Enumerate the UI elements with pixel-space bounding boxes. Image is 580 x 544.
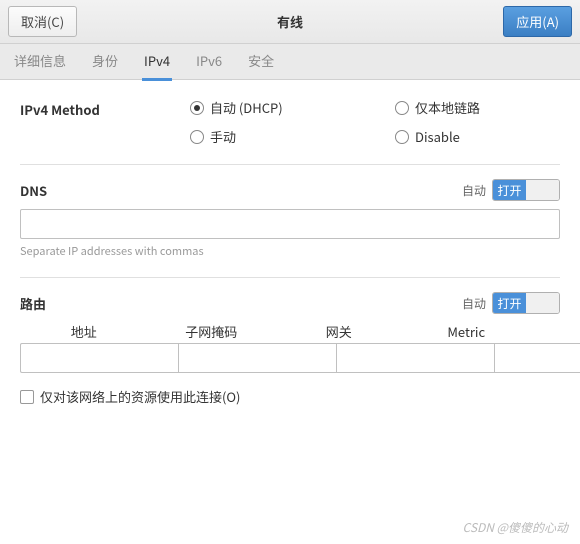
routes-auto-toggle[interactable]: 打开 (492, 292, 560, 314)
routes-section-head: 路由 自动 打开 (20, 292, 560, 314)
routes-auto-label: 自动 (462, 295, 486, 312)
col-action (530, 322, 560, 341)
toggle-on-label: 打开 (493, 180, 526, 200)
tab-ipv6[interactable]: IPv6 (194, 42, 224, 81)
col-metric: Metric (403, 322, 531, 341)
toggle-on-label: 打开 (493, 293, 526, 313)
divider (20, 164, 560, 165)
radio-label: 手动 (210, 127, 236, 146)
routes-column-headers: 地址 子网掩码 网关 Metric (20, 322, 560, 341)
dns-auto-toggle[interactable]: 打开 (492, 179, 560, 201)
routes-label: 路由 (20, 294, 46, 313)
toggle-handle (526, 180, 559, 200)
dns-hint: Separate IP addresses with commas (20, 243, 560, 259)
dns-label: DNS (20, 181, 47, 200)
radio-icon (395, 101, 409, 115)
tab-security[interactable]: 安全 (246, 42, 276, 81)
tab-identity[interactable]: 身份 (90, 42, 120, 81)
ipv4-method-label: IPv4 Method (20, 98, 190, 119)
radio-label: 仅本地链路 (415, 98, 480, 117)
checkbox-icon (20, 390, 34, 404)
radio-manual[interactable]: 手动 (190, 127, 355, 146)
col-netmask: 子网掩码 (148, 322, 276, 341)
divider (20, 277, 560, 278)
routes-auto-toggle-wrap: 自动 打开 (462, 292, 560, 314)
ipv4-method-options: 自动 (DHCP) 仅本地链路 手动 Disable (190, 98, 560, 146)
radio-label: 自动 (DHCP) (210, 98, 283, 117)
watermark: CSDN @傻傻的心动 (463, 519, 568, 536)
col-gateway: 网关 (275, 322, 403, 341)
apply-button[interactable]: 应用(A) (503, 6, 572, 37)
dialog-title: 有线 (0, 12, 580, 31)
tab-bar: 详细信息 身份 IPv4 IPv6 安全 (0, 44, 580, 80)
radio-icon (190, 130, 204, 144)
dns-auto-toggle-wrap: 自动 打开 (462, 179, 560, 201)
radio-icon (395, 130, 409, 144)
dns-input[interactable] (20, 209, 560, 239)
col-address: 地址 (20, 322, 148, 341)
content-area: IPv4 Method 自动 (DHCP) 仅本地链路 手动 Disable D… (0, 80, 580, 424)
route-metric-input[interactable] (494, 343, 580, 373)
radio-label: Disable (415, 127, 460, 146)
route-netmask-input[interactable] (178, 343, 336, 373)
dns-section-head: DNS 自动 打开 (20, 179, 560, 201)
radio-disable[interactable]: Disable (395, 127, 560, 146)
toggle-handle (526, 293, 559, 313)
only-resources-label: 仅对该网络上的资源使用此连接(O) (40, 387, 240, 406)
only-resources-checkbox[interactable]: 仅对该网络上的资源使用此连接(O) (20, 387, 560, 406)
dns-auto-label: 自动 (462, 182, 486, 199)
radio-icon (190, 101, 204, 115)
radio-dhcp[interactable]: 自动 (DHCP) (190, 98, 355, 117)
ipv4-method-row: IPv4 Method 自动 (DHCP) 仅本地链路 手动 Disable (20, 98, 560, 146)
route-address-input[interactable] (20, 343, 178, 373)
route-gateway-input[interactable] (336, 343, 494, 373)
tab-details[interactable]: 详细信息 (12, 42, 68, 81)
radio-linklocal[interactable]: 仅本地链路 (395, 98, 560, 117)
tab-ipv4[interactable]: IPv4 (142, 42, 172, 81)
cancel-button[interactable]: 取消(C) (8, 6, 77, 37)
route-row (20, 343, 560, 373)
dialog-header: 取消(C) 有线 应用(A) (0, 0, 580, 44)
